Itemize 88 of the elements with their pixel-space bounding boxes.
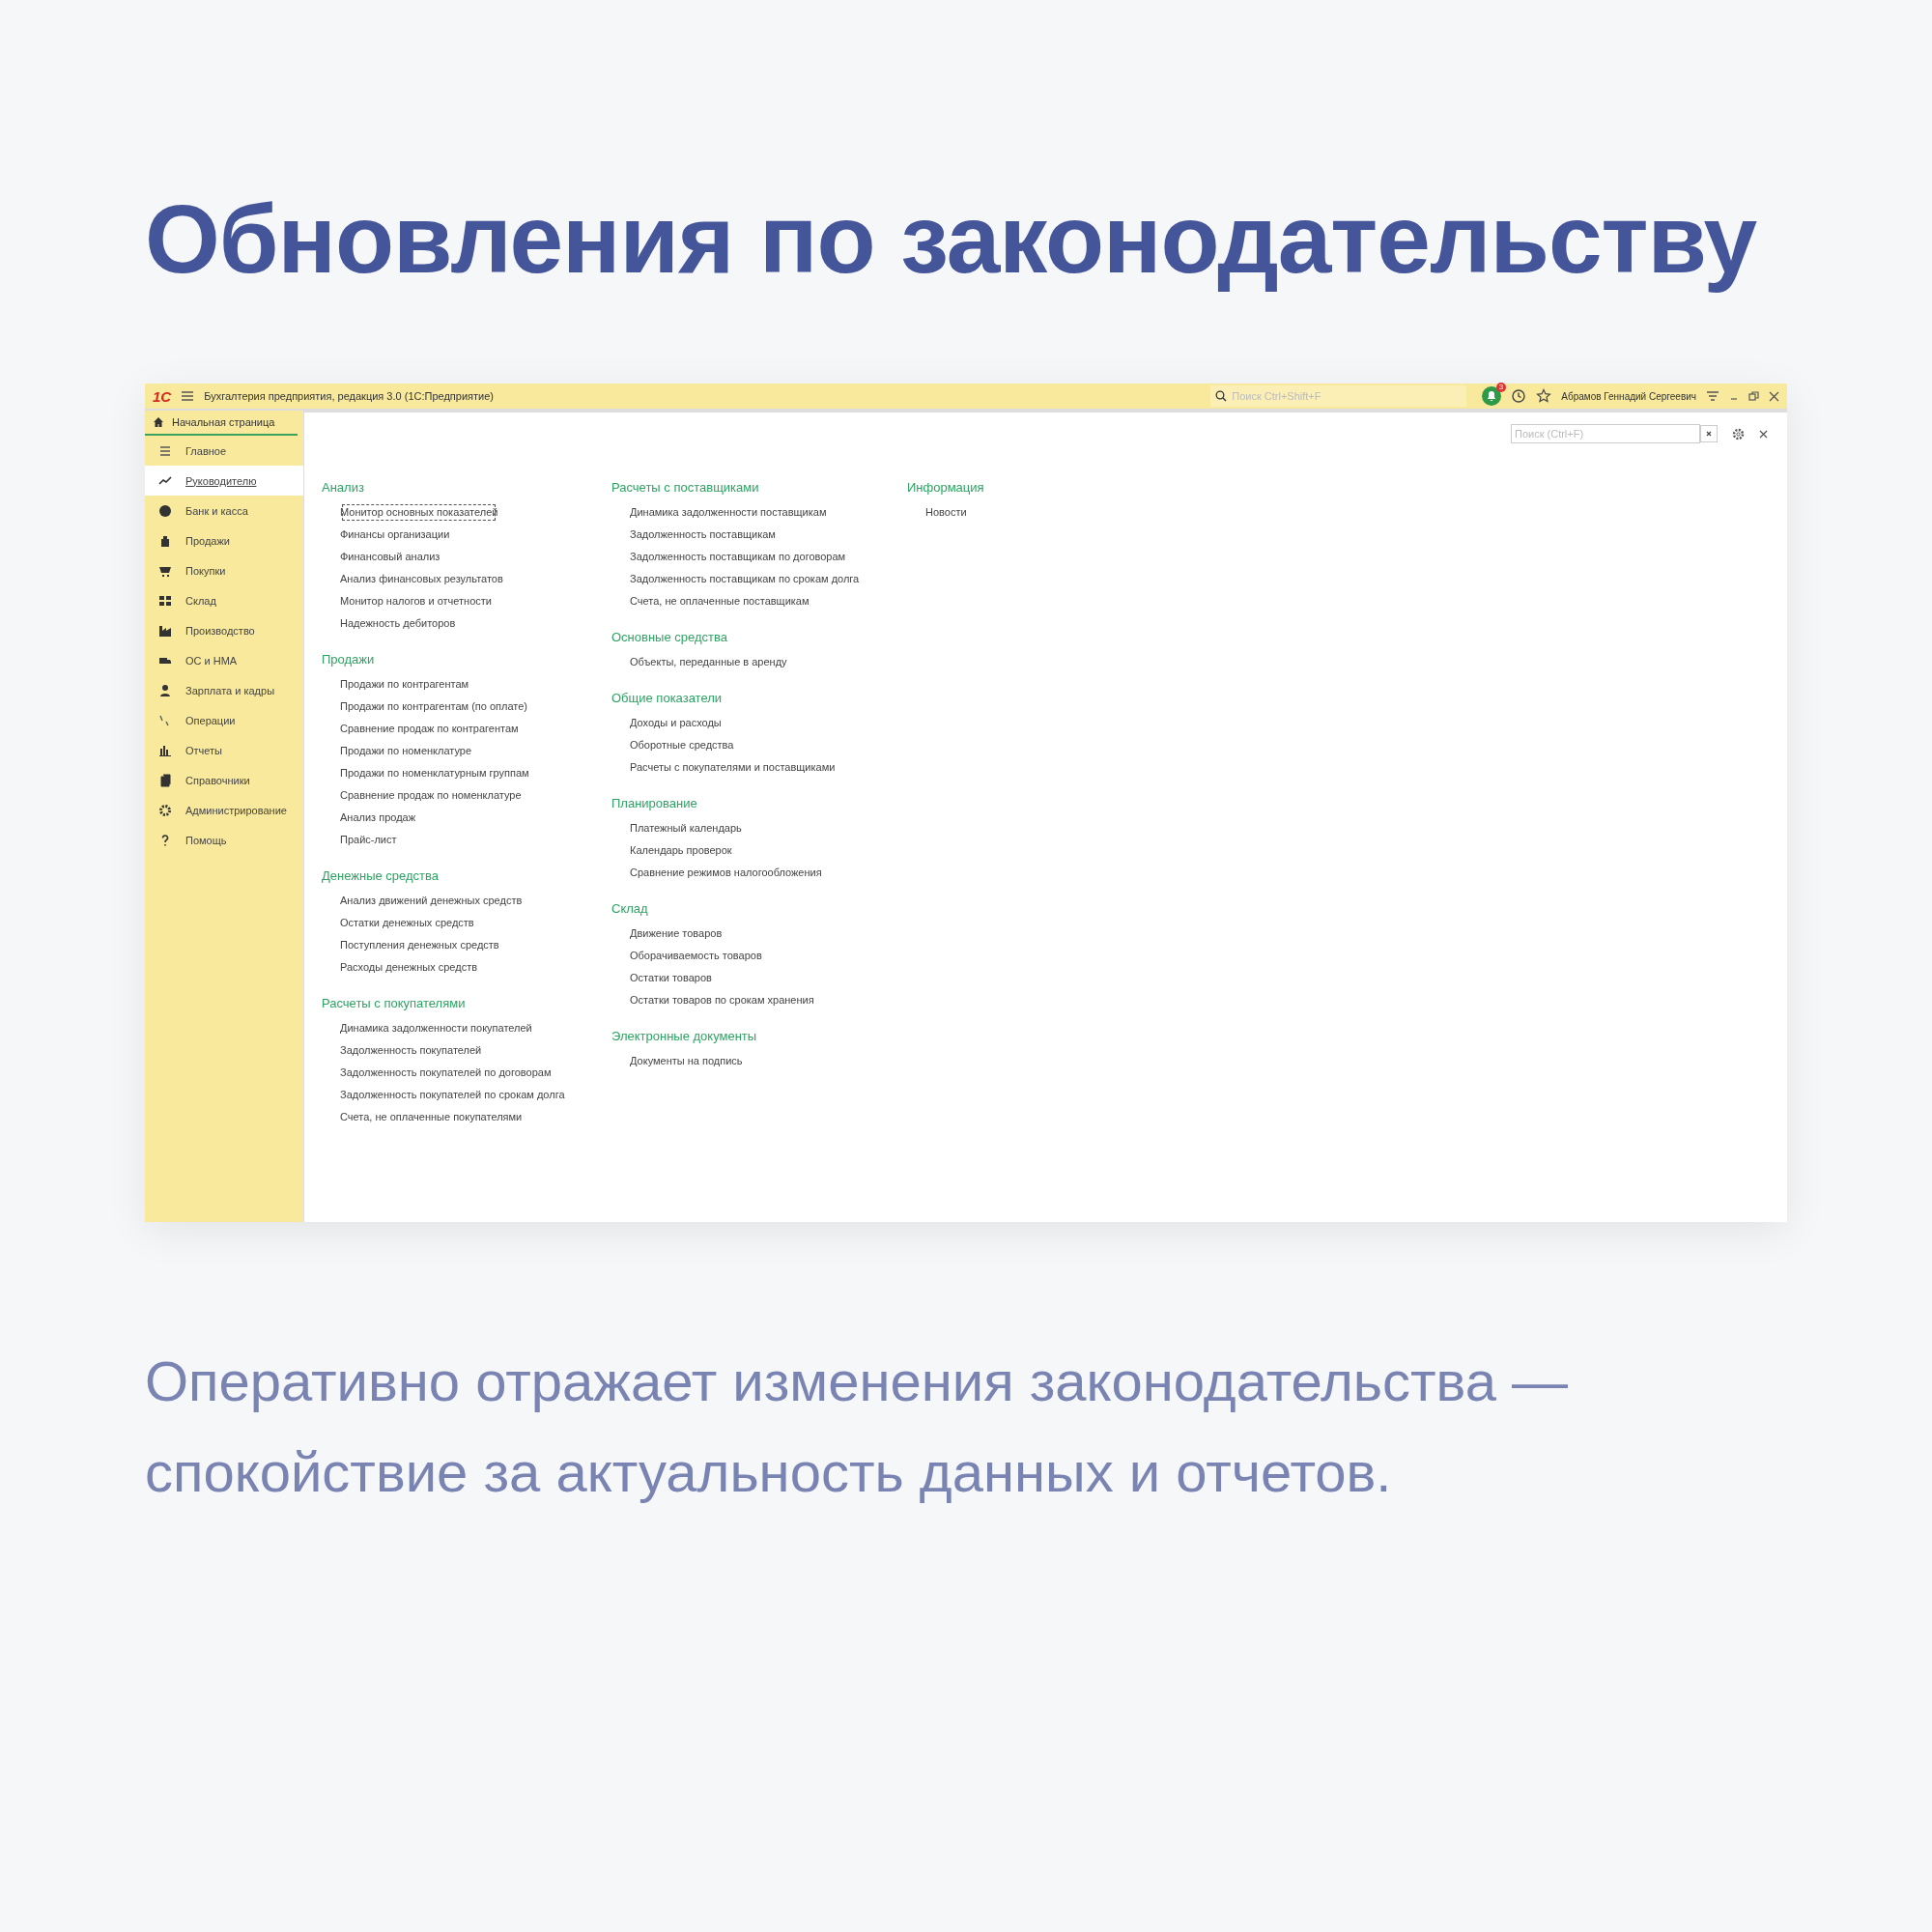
report-link[interactable]: Объекты, переданные в аренду	[629, 651, 788, 673]
report-link[interactable]: Монитор налогов и отчетности	[339, 590, 493, 612]
sidebar-item[interactable]: Отчеты	[145, 735, 303, 765]
sidebar-item[interactable]: Зарплата и кадры	[145, 675, 303, 705]
report-link[interactable]: Остатки денежных средств	[339, 912, 475, 934]
user-name[interactable]: Абрамов Геннадий Сергеевич	[1561, 390, 1696, 402]
section-heading: Основные средства	[611, 630, 728, 645]
report-link[interactable]: Расходы денежных средств	[339, 956, 479, 979]
section-heading: Электронные документы	[611, 1029, 758, 1044]
report-link[interactable]: Платежный календарь	[629, 817, 743, 839]
report-link[interactable]: Расчеты с покупателями и поставщиками	[629, 756, 837, 779]
bell-icon	[1482, 386, 1502, 406]
sidebar-item[interactable]: Помощь	[145, 825, 303, 855]
menu-icon[interactable]	[181, 390, 195, 402]
history-icon[interactable]	[1511, 388, 1527, 404]
home-tab[interactable]: Начальная страница	[145, 411, 298, 436]
report-link[interactable]: Финансы организации	[339, 524, 451, 546]
settings-icon[interactable]	[1731, 426, 1746, 441]
section-heading: Расчеты с поставщиками	[611, 480, 760, 496]
notification-badge: 3	[1495, 383, 1507, 392]
report-link[interactable]: Задолженность поставщикам по срокам долга	[629, 568, 861, 590]
page-title: Обновления по законодательству	[145, 184, 1757, 295]
report-link[interactable]: Надежность дебиторов	[339, 612, 457, 635]
report-link[interactable]: Счета, не оплаченные покупателями	[339, 1106, 524, 1128]
report-link[interactable]: Движение товаров	[629, 923, 724, 945]
report-link[interactable]: Остатки товаров по срокам хранения	[629, 989, 815, 1011]
report-link[interactable]: Поступления денежных средств	[339, 934, 500, 956]
star-icon[interactable]	[1536, 388, 1552, 404]
global-search-field[interactable]: Поиск Ctrl+Shift+F	[1210, 385, 1467, 407]
app-logo: 1С	[153, 387, 172, 405]
section-heading: Планирование	[611, 796, 698, 811]
report-link[interactable]: Продажи по номенклатурным группам	[339, 762, 530, 784]
report-link[interactable]: Анализ движений денежных средств	[339, 890, 524, 912]
section-heading: Информация	[907, 480, 984, 496]
report-link[interactable]: Счета, не оплаченные поставщикам	[629, 590, 810, 612]
sidebar-item[interactable]: Склад	[145, 585, 303, 615]
report-link[interactable]: Анализ финансовых результатов	[339, 568, 504, 590]
close-icon[interactable]	[1769, 390, 1779, 402]
section-heading: Продажи	[322, 652, 376, 668]
report-link[interactable]: Документы на подпись	[629, 1050, 744, 1072]
report-link[interactable]: Динамика задолженности поставщикам	[629, 501, 828, 524]
report-link[interactable]: Сравнение режимов налогообложения	[629, 862, 823, 884]
sidebar-item[interactable]: Руководителю	[145, 466, 303, 496]
clear-icon[interactable]	[1700, 425, 1718, 442]
search-icon	[1215, 390, 1228, 402]
report-link[interactable]: Календарь проверок	[629, 839, 733, 862]
report-link[interactable]: Оборотные средства	[629, 734, 735, 756]
section-heading: Склад	[611, 901, 649, 917]
notifications-button[interactable]: 3	[1482, 386, 1502, 406]
sidebar-item[interactable]: Главное	[145, 436, 303, 466]
section-heading: Расчеты с покупателями	[322, 996, 467, 1011]
report-link[interactable]: Задолженность поставщикам	[629, 524, 777, 546]
sidebar-item[interactable]: ОС и НМА	[145, 645, 303, 675]
report-link[interactable]: Анализ продаж	[339, 807, 417, 829]
section-heading: Денежные средства	[322, 868, 440, 884]
report-link[interactable]: Динамика задолженности покупателей	[339, 1017, 533, 1039]
close-icon[interactable]	[1759, 429, 1768, 439]
report-link[interactable]: Продажи по контрагентам	[339, 673, 470, 696]
sidebar-item[interactable]: Покупки	[145, 555, 303, 585]
report-link[interactable]: Новости	[924, 501, 968, 524]
report-link[interactable]: Сравнение продаж по контрагентам	[339, 718, 520, 740]
report-link[interactable]: Задолженность покупателей	[339, 1039, 483, 1062]
report-link[interactable]: Прайс-лист	[339, 829, 398, 851]
settings-menu-icon[interactable]	[1706, 390, 1719, 402]
report-link[interactable]: Задолженность поставщикам по договорам	[629, 546, 847, 568]
report-link[interactable]: Задолженность покупателей по договорам	[339, 1062, 553, 1084]
report-link[interactable]: Задолженность покупателей по срокам долга	[339, 1084, 566, 1106]
section-heading: Общие показатели	[611, 691, 724, 706]
report-link[interactable]: Монитор основных показателей	[339, 501, 499, 524]
report-link[interactable]: Остатки товаров	[629, 967, 713, 989]
report-link[interactable]: Продажи по контрагентам (по оплате)	[339, 696, 528, 718]
sidebar-item[interactable]: Операции	[145, 705, 303, 735]
sidebar-item[interactable]: Банк и касса	[145, 496, 303, 526]
window-title: Бухгалтерия предприятия, редакция 3.0 (1С:Предприятие)	[204, 390, 494, 402]
report-link[interactable]: Оборачиваемость товаров	[629, 945, 763, 967]
report-link[interactable]: Сравнение продаж по номенклатуре	[339, 784, 523, 807]
report-link[interactable]: Продажи по номенклатуре	[339, 740, 473, 762]
report-link[interactable]: Финансовый анализ	[339, 546, 441, 568]
sidebar-item[interactable]: Продажи	[145, 526, 303, 555]
page-search-field[interactable]: Поиск (Ctrl+F)	[1511, 424, 1700, 443]
description-text: Оперативно отражает изменения законодательства — спокойствие за актуальность данных и отчетов.	[145, 1349, 1570, 1505]
section-heading: Анализ	[322, 480, 365, 496]
sidebar-item[interactable]: Справочники	[145, 765, 303, 795]
home-icon	[153, 416, 164, 428]
sidebar-item[interactable]: Администрирование	[145, 795, 303, 825]
restore-icon[interactable]	[1748, 390, 1759, 402]
sidebar-item[interactable]: Производство	[145, 615, 303, 645]
report-link[interactable]: Доходы и расходы	[629, 712, 723, 734]
